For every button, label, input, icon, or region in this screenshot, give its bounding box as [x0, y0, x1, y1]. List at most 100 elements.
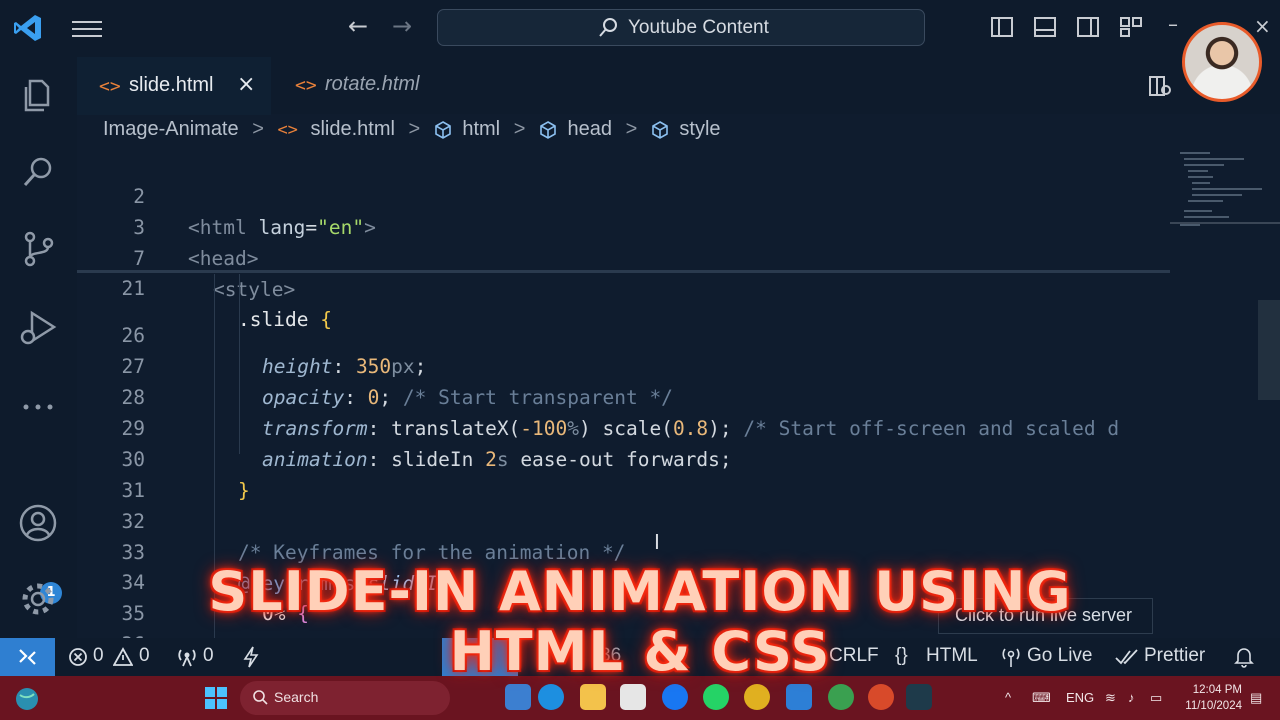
explorer-icon[interactable]: [18, 75, 58, 115]
breadcrumb-head[interactable]: head: [568, 118, 613, 141]
minimize-button[interactable]: –: [1168, 12, 1178, 36]
volume-icon[interactable]: ♪: [1128, 690, 1135, 705]
breadcrumb-separator: >: [625, 118, 638, 141]
code-line: 3 <head>: [77, 181, 1170, 270]
file-explorer-icon[interactable]: [580, 684, 606, 710]
code-line: 31: [77, 444, 1170, 502]
minimap-line: [1184, 216, 1229, 218]
account-icon[interactable]: [18, 503, 58, 543]
taskbar-search-label: Search: [274, 689, 319, 705]
chrome-profile-2-icon[interactable]: [868, 684, 894, 710]
chrome-icon[interactable]: [744, 684, 770, 710]
copilot-icon[interactable]: [505, 684, 531, 710]
minimap-line: [1188, 170, 1208, 172]
code-line: 28 transform: translateX(-100%) scale(0.…: [77, 351, 1170, 440]
facebook-icon[interactable]: [662, 684, 688, 710]
search-icon: [253, 690, 268, 705]
toggle-secondary-sidebar-icon[interactable]: [1076, 15, 1100, 39]
html-file-icon: <>: [99, 76, 121, 97]
forward-arrow-icon[interactable]: →: [392, 12, 412, 40]
more-icon[interactable]: [18, 387, 58, 427]
breadcrumb-style[interactable]: style: [679, 118, 720, 141]
menu-icon[interactable]: [72, 16, 102, 40]
clock-date: 11/10/2024: [1185, 700, 1242, 712]
breadcrumb-file[interactable]: slide.html: [310, 118, 394, 141]
clock-time: 12:04 PM: [1192, 684, 1242, 696]
minimap-line: [1184, 164, 1224, 166]
minimap-line: [1192, 188, 1262, 190]
open-preview-icon[interactable]: [1148, 74, 1172, 98]
command-center-search[interactable]: Youtube Content: [437, 9, 925, 46]
notification-center-icon[interactable]: ▤: [1250, 690, 1262, 706]
symbol-element-icon: [652, 120, 668, 139]
keyboard-icon[interactable]: ⌨: [1032, 690, 1051, 706]
weather-icon[interactable]: [14, 686, 40, 712]
symbol-element-icon: [434, 120, 451, 139]
breadcrumb-separator: >: [408, 118, 421, 141]
symbol-element-icon: [540, 120, 556, 139]
store-icon[interactable]: [620, 684, 646, 710]
title-bar: ← → Youtube Content – ×: [0, 0, 1280, 57]
minimap-line: [1180, 224, 1200, 226]
scrollbar-thumb[interactable]: [1258, 300, 1280, 400]
code-line: 26 height: 350px;: [77, 289, 1170, 378]
minimap-line: [1184, 210, 1212, 212]
run-debug-icon[interactable]: [18, 307, 58, 347]
close-window-button[interactable]: ×: [1254, 14, 1271, 38]
breadcrumb-html[interactable]: html: [462, 118, 500, 141]
breadcrumb: Image-Animate > <> slide.html > html > h…: [103, 118, 721, 148]
tray-expand-icon[interactable]: ^: [1005, 690, 1011, 705]
minimap-line: [1180, 152, 1210, 154]
toggle-panel-icon[interactable]: [1033, 15, 1057, 39]
source-control-icon[interactable]: [18, 229, 58, 269]
code-line: 2 <html lang="en">: [77, 150, 1170, 239]
minimap-slider[interactable]: [1170, 222, 1280, 224]
search-icon[interactable]: [18, 152, 58, 192]
video-title-line-1: SLIDE-IN ANIMATION USING: [208, 560, 1072, 623]
editor-tab-bar: <> slide.html × <> rotate.html: [77, 57, 1280, 115]
windows-start-icon[interactable]: [205, 687, 227, 709]
taskbar-search[interactable]: Search: [240, 681, 450, 715]
activity-bar: 1: [0, 57, 77, 638]
code-line: 33 @keyframes slideIn {: [77, 506, 1170, 595]
tab-label: rotate.html: [325, 73, 420, 95]
presenter-avatar: [1182, 22, 1262, 102]
code-line: 7 <style>: [77, 212, 1170, 301]
toggle-primary-sidebar-icon[interactable]: [990, 15, 1014, 39]
terminal-app-icon[interactable]: [906, 684, 932, 710]
taskbar-clock[interactable]: 12:04 PM 11/10/2024: [1182, 682, 1242, 714]
breadcrumb-folder[interactable]: Image-Animate: [103, 118, 239, 141]
wifi-icon[interactable]: ≋: [1105, 690, 1116, 706]
tab-close-button[interactable]: ×: [237, 72, 255, 97]
video-title-line-2: HTML & CSS: [449, 620, 831, 683]
chrome-profile-icon[interactable]: [828, 684, 854, 710]
search-text: Youtube Content: [628, 17, 769, 38]
code-line: 21 .slide {: [77, 242, 1170, 331]
html-file-icon: <>: [277, 119, 298, 140]
tab-slide-html[interactable]: <> slide.html ×: [77, 57, 271, 115]
vscode-logo-icon: [14, 15, 41, 41]
search-icon: [599, 18, 617, 37]
minimap-line: [1192, 182, 1210, 184]
minimap-line: [1192, 194, 1242, 196]
minimap-line: [1188, 176, 1213, 178]
battery-icon[interactable]: ▭: [1150, 690, 1162, 706]
sticky-scroll-divider: [77, 270, 1170, 273]
code-line: 29 animation: slideIn 2s ease-out forwar…: [77, 382, 1170, 471]
mouse-cursor-icon: I: [654, 530, 660, 554]
tab-rotate-html[interactable]: <> rotate.html: [273, 57, 469, 114]
html-file-icon: <>: [295, 75, 317, 96]
code-line: 27 opacity: 0; /* Start transparent */: [77, 320, 1170, 409]
code-line: 32 /* Keyframes for the animation */: [77, 475, 1170, 564]
whatsapp-icon[interactable]: [703, 684, 729, 710]
edge-icon[interactable]: [538, 684, 564, 710]
breadcrumb-separator: >: [513, 118, 526, 141]
language-indicator[interactable]: ENG: [1066, 690, 1094, 705]
tab-label: slide.html: [129, 74, 214, 96]
back-arrow-icon[interactable]: ←: [348, 12, 368, 40]
vscode-taskbar-icon[interactable]: [786, 684, 812, 710]
code-line: 30 }: [77, 413, 1170, 502]
minimap-line: [1188, 200, 1223, 202]
minimap-line: [1184, 158, 1244, 160]
customize-layout-icon[interactable]: [1119, 15, 1143, 39]
